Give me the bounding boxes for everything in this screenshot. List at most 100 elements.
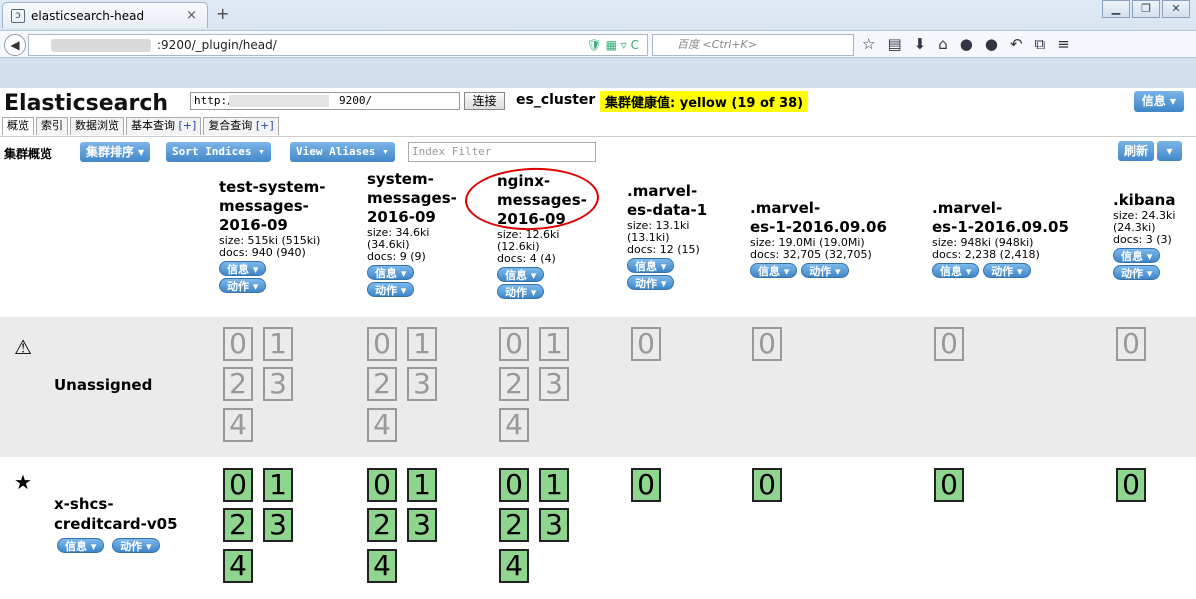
info-menu-button[interactable]: 信息 ▾ — [1133, 91, 1184, 112]
shard-unassigned[interactable]: 1 — [263, 327, 293, 361]
tab-basic-query[interactable]: 基本查询 [+] — [126, 117, 202, 135]
shard-primary[interactable]: 2 — [367, 508, 397, 542]
shard-primary[interactable]: 0 — [367, 468, 397, 502]
shard-primary[interactable]: 4 — [499, 549, 529, 583]
menu-icon[interactable]: ≡ — [1057, 35, 1070, 53]
shard-primary[interactable]: 2 — [223, 508, 253, 542]
index-info-button[interactable]: 信息 ▾ — [627, 258, 675, 273]
node-action-button[interactable]: 动作 ▾ — [112, 538, 160, 553]
shard-primary[interactable]: 1 — [539, 468, 569, 502]
index-action-button[interactable]: 动作 ▾ — [983, 263, 1031, 278]
search-input[interactable]: 百度 <Ctrl+K> — [652, 34, 854, 56]
shard-unassigned[interactable]: 0 — [631, 327, 661, 361]
shard-primary[interactable]: 1 — [263, 468, 293, 502]
address-suffix: 9200/ — [339, 94, 373, 107]
shard-primary[interactable]: 4 — [367, 549, 397, 583]
shard-primary[interactable]: 4 — [223, 549, 253, 583]
index-action-button[interactable]: 动作 ▾ — [497, 284, 545, 299]
comment-icon[interactable]: ● — [985, 35, 998, 53]
star-icon: ★ — [14, 470, 32, 494]
index-info-button[interactable]: 信息 ▾ — [1113, 248, 1161, 263]
index-action-button[interactable]: 动作 ▾ — [1113, 265, 1161, 280]
node-info-button[interactable]: 信息 ▾ — [57, 538, 105, 553]
shard-primary[interactable]: 0 — [631, 468, 661, 502]
shard-unassigned[interactable]: 4 — [367, 408, 397, 442]
index-name: .marvel-es-data-1 — [627, 182, 708, 219]
cluster-address-input[interactable]: http:/. 9200/ — [190, 92, 460, 110]
sort-indices-button[interactable]: Sort Indices ▾ — [166, 142, 271, 162]
shard-primary[interactable]: 0 — [934, 468, 964, 502]
shard-primary[interactable]: 0 — [1116, 468, 1146, 502]
shard-unassigned[interactable]: 2 — [367, 367, 397, 401]
tab-close-icon[interactable]: × — [186, 8, 197, 23]
shard-unassigned[interactable]: 3 — [407, 367, 437, 401]
shard-primary[interactable]: 3 — [263, 508, 293, 542]
shard-primary[interactable]: 3 — [539, 508, 569, 542]
shard-unassigned[interactable]: 2 — [223, 367, 253, 401]
reading-list-icon[interactable]: ▤ — [887, 35, 901, 53]
index-action-button[interactable]: 动作 ▾ — [801, 263, 849, 278]
close-window-icon[interactable]: ✕ — [1162, 0, 1190, 18]
shard-unassigned[interactable]: 4 — [499, 408, 529, 442]
index-filter-input[interactable]: Index Filter — [408, 142, 596, 162]
shard-unassigned[interactable]: 0 — [752, 327, 782, 361]
shard-unassigned[interactable]: 1 — [539, 327, 569, 361]
shard-unassigned[interactable]: 0 — [934, 327, 964, 361]
screenshot-icon[interactable]: ⧉ — [1035, 35, 1046, 53]
refresh-dropdown-button[interactable]: ▾ — [1157, 141, 1182, 161]
back-icon[interactable]: ◀ — [4, 34, 26, 56]
tab-compound-query[interactable]: 复合查询 [+] — [203, 117, 279, 135]
index-action-button[interactable]: 动作 ▾ — [627, 275, 675, 290]
connect-button[interactable]: 连接 — [464, 92, 505, 110]
index-info-button[interactable]: 信息 ▾ — [750, 263, 798, 278]
tab-overview[interactable]: 概览 — [2, 117, 34, 135]
undo-icon[interactable]: ↶ — [1010, 35, 1023, 53]
index-info-button[interactable]: 信息 ▾ — [932, 263, 980, 278]
shard-unassigned[interactable]: 0 — [367, 327, 397, 361]
tab-title: elasticsearch-head — [31, 8, 145, 23]
app-brand: Elasticsearch — [4, 90, 169, 116]
shard-unassigned[interactable]: 2 — [499, 367, 529, 401]
shard-unassigned[interactable]: 0 — [1116, 327, 1146, 361]
node-row: ★ x-shcs-creditcard-v05 信息 ▾ 动作 ▾ 0 1 2 … — [0, 458, 1196, 599]
browser-tab[interactable]: ↄ elasticsearch-head × — [2, 2, 208, 28]
shard-primary[interactable]: 0 — [752, 468, 782, 502]
index-action-button[interactable]: 动作 ▾ — [219, 278, 267, 293]
refresh-button[interactable]: 刷新 — [1117, 141, 1154, 161]
shard-unassigned[interactable]: 1 — [407, 327, 437, 361]
index-info-button[interactable]: 信息 ▾ — [367, 265, 415, 280]
bookmark-star-icon[interactable]: ☆ — [862, 35, 875, 53]
index-name: .marvel-es-1-2016.09.05 — [932, 199, 1069, 236]
toolbar-icons: ☆ ▤ ⬇ ⌂ ● ● ↶ ⧉ ≡ — [862, 35, 1070, 53]
shard-unassigned[interactable]: 0 — [223, 327, 253, 361]
shard-primary[interactable]: 0 — [223, 468, 253, 502]
index-name: test-system-messages- 2016-09 — [219, 178, 326, 234]
new-tab-button[interactable]: + — [216, 4, 229, 23]
tab-plus: [+] — [255, 119, 274, 132]
home-icon[interactable]: ⌂ — [938, 35, 948, 53]
overview-title: 集群概览 — [4, 147, 53, 161]
tab-plus: [+] — [178, 119, 197, 132]
minimize-icon[interactable]: ▁ — [1102, 0, 1130, 18]
shard-primary[interactable]: 2 — [499, 508, 529, 542]
shard-unassigned[interactable]: 3 — [539, 367, 569, 401]
shard-unassigned[interactable]: 3 — [263, 367, 293, 401]
index-info-button[interactable]: 信息 ▾ — [497, 267, 545, 282]
shard-unassigned[interactable]: 4 — [223, 408, 253, 442]
tab-browser[interactable]: 数据浏览 — [70, 117, 124, 135]
index-header-test-system-messages: test-system-messages- 2016-09 size: 515ki… — [219, 178, 326, 293]
shard-unassigned[interactable]: 0 — [499, 327, 529, 361]
chat-icon[interactable]: ● — [960, 35, 973, 53]
cluster-sort-button[interactable]: 集群排序 ▾ — [80, 142, 151, 162]
download-icon[interactable]: ⬇ — [914, 35, 927, 53]
restore-icon[interactable]: ❐ — [1132, 0, 1160, 18]
url-bar[interactable]: :9200/_plugin/head/ 🛡 ▦ ▿ C — [28, 34, 648, 56]
index-info-button[interactable]: 信息 ▾ — [219, 261, 267, 276]
shard-primary[interactable]: 1 — [407, 468, 437, 502]
shard-primary[interactable]: 3 — [407, 508, 437, 542]
index-action-button[interactable]: 动作 ▾ — [367, 282, 415, 297]
view-aliases-button[interactable]: View Aliases ▾ — [290, 142, 395, 162]
cluster-health-badge: 集群健康值: yellow (19 of 38) — [600, 91, 809, 112]
shard-primary[interactable]: 0 — [499, 468, 529, 502]
tab-indices[interactable]: 索引 — [36, 117, 68, 135]
